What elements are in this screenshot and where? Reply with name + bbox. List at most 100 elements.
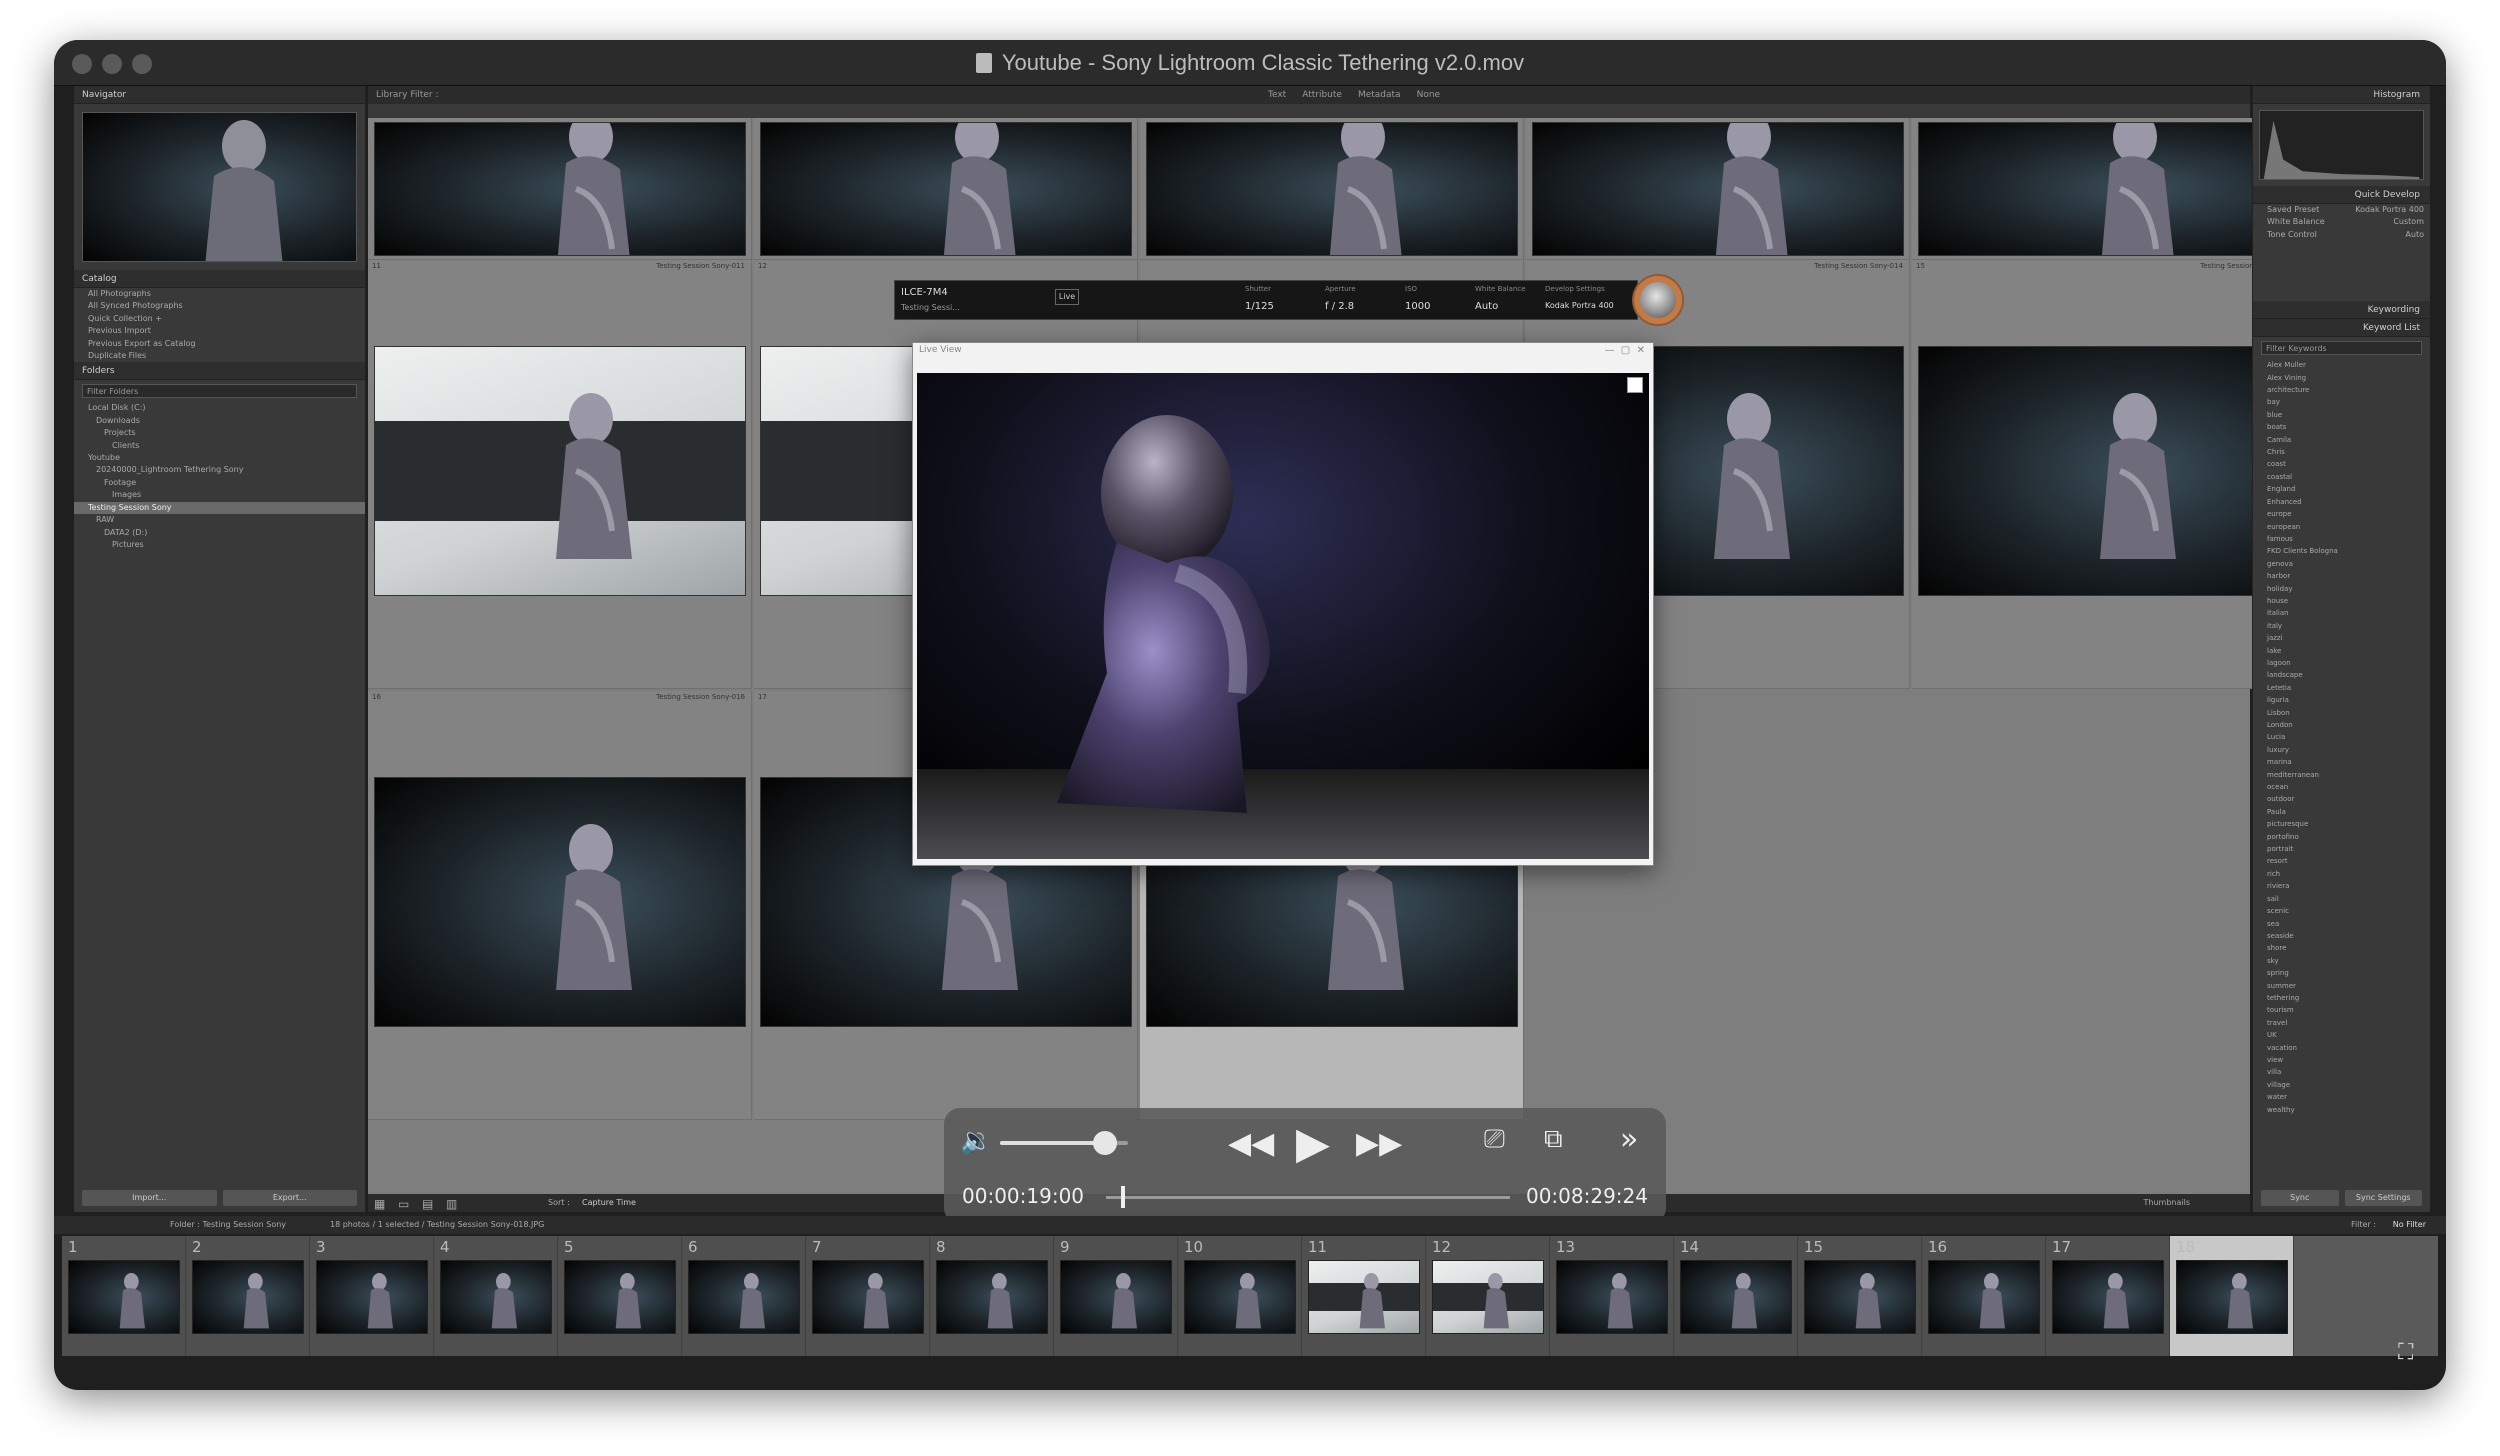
keyword-item[interactable]: Lucia	[2253, 731, 2430, 743]
keyword-item[interactable]: house	[2253, 595, 2430, 607]
filter-tab[interactable]: None	[1417, 90, 1440, 100]
keyword-item[interactable]: lake	[2253, 645, 2430, 657]
keyword-item[interactable]: Lisbon	[2253, 707, 2430, 719]
keyword-item[interactable]: water	[2253, 1091, 2430, 1103]
filmstrip-frame[interactable]: 15	[1798, 1236, 1922, 1356]
timeline-scrubber[interactable]	[1106, 1186, 1510, 1208]
folders-header[interactable]: Folders	[74, 362, 365, 381]
volume-icon[interactable]: 🔉	[960, 1126, 992, 1156]
popout-icon[interactable]	[1627, 377, 1643, 393]
keyword-item[interactable]: landscape	[2253, 669, 2430, 681]
sort-value[interactable]: Capture Time	[582, 1198, 636, 1207]
folder-item[interactable]: Clients	[74, 440, 365, 452]
grid-cell[interactable]: 16 Testing Session Sony-016	[368, 691, 752, 1120]
filter-folders-field[interactable]: Filter Folders	[82, 384, 357, 399]
filmstrip-frame[interactable]: 4	[434, 1236, 558, 1356]
keyword-item[interactable]: boats	[2253, 421, 2430, 433]
folder-item[interactable]: RAW	[74, 514, 365, 526]
keyword-item[interactable]: holiday	[2253, 583, 2430, 595]
filmstrip-frame[interactable]: 1	[62, 1236, 186, 1356]
filmstrip-frame[interactable]: 10	[1178, 1236, 1302, 1356]
keyword-item[interactable]: luxury	[2253, 744, 2430, 756]
capture-shutter-button[interactable]	[1634, 276, 1682, 324]
grid-cell[interactable]: 15 Testing Session Sony-015	[1912, 260, 2296, 689]
keyword-item[interactable]: ocean	[2253, 781, 2430, 793]
aperture-value[interactable]: f / 2.8	[1325, 301, 1354, 312]
camera-name[interactable]: ILCE-7M4	[901, 287, 948, 298]
sync-settings-button[interactable]: Sync Settings	[2344, 1190, 2422, 1206]
keyword-item[interactable]: blue	[2253, 409, 2430, 421]
rewind-icon[interactable]: ◀◀	[1228, 1126, 1274, 1161]
sync-button[interactable]: Sync	[2261, 1190, 2339, 1206]
filmstrip-folder-path[interactable]: Folder : Testing Session Sony	[170, 1216, 286, 1234]
keyword-item[interactable]: London	[2253, 719, 2430, 731]
keyword-item[interactable]: wealthy	[2253, 1104, 2430, 1116]
keyword-item[interactable]: europe	[2253, 508, 2430, 520]
catalog-item[interactable]: Previous Import	[74, 325, 365, 337]
filmstrip-frame[interactable]: 3	[310, 1236, 434, 1356]
folder-item[interactable]: Testing Session Sony	[74, 501, 365, 515]
grid-cell[interactable]	[1912, 118, 2296, 260]
keyword-item[interactable]: lagoon	[2253, 657, 2430, 669]
keyword-item[interactable]: spring	[2253, 967, 2430, 979]
catalog-item[interactable]: Previous Export as Catalog	[74, 338, 365, 350]
keyword-item[interactable]: coast	[2253, 458, 2430, 470]
navigator-header[interactable]: Navigator	[74, 86, 365, 104]
filmstrip-frame[interactable]: 13	[1550, 1236, 1674, 1356]
grid-cell[interactable]	[1526, 118, 1910, 260]
filmstrip-frame[interactable]: 16	[1922, 1236, 2046, 1356]
catalog-header[interactable]: Catalog	[74, 270, 365, 288]
keyword-item[interactable]: coastal	[2253, 471, 2430, 483]
keyword-item[interactable]: genova	[2253, 558, 2430, 570]
import-button[interactable]: Import...	[82, 1190, 217, 1206]
keyword-item[interactable]: marina	[2253, 756, 2430, 768]
filter-tab[interactable]: Metadata	[1358, 90, 1401, 100]
filter-keywords-field[interactable]: Filter Keywords	[2261, 341, 2422, 356]
filmstrip-frame[interactable]: 2	[186, 1236, 310, 1356]
keyword-item[interactable]: picturesque	[2253, 818, 2430, 830]
develop-settings-value[interactable]: Kodak Portra 400	[1545, 301, 1614, 310]
auto-tone-button[interactable]: Auto	[2405, 229, 2424, 241]
catalog-item[interactable]: All Synced Photographs	[74, 300, 365, 312]
keyword-item[interactable]: view	[2253, 1054, 2430, 1066]
keyword-item[interactable]: Letetia	[2253, 682, 2430, 694]
compare-view-icon[interactable]: ▤	[422, 1197, 433, 1211]
filmstrip-frame[interactable]: 9	[1054, 1236, 1178, 1356]
folder-item[interactable]: Pictures	[74, 539, 365, 551]
keyword-item[interactable]: tourism	[2253, 1004, 2430, 1016]
quick-develop-header[interactable]: Quick Develop	[2253, 186, 2430, 204]
keyword-item[interactable]: Alex Muller	[2253, 359, 2430, 371]
more-icon[interactable]: »	[1620, 1122, 1638, 1157]
filmstrip-frame[interactable]: 8	[930, 1236, 1054, 1356]
keyword-item[interactable]: portrait	[2253, 843, 2430, 855]
picture-in-picture-icon[interactable]: ⧉	[1544, 1124, 1563, 1155]
keyword-item[interactable]: shore	[2253, 942, 2430, 954]
keyword-item[interactable]: resort	[2253, 855, 2430, 867]
white-balance-value-rp[interactable]: Custom	[2393, 216, 2424, 228]
folder-item[interactable]: Images	[74, 489, 365, 501]
fullscreen-icon[interactable]: ⛶	[2398, 1340, 2413, 1365]
keyword-item[interactable]: jazzi	[2253, 632, 2430, 644]
keyword-item[interactable]: bay	[2253, 396, 2430, 408]
keyword-item[interactable]: liguria	[2253, 694, 2430, 706]
live-view-window[interactable]: Live View — ▢ ✕	[912, 342, 1654, 866]
folder-item[interactable]: Local Disk (C:)	[74, 402, 365, 414]
filter-tab[interactable]: Attribute	[1302, 90, 1342, 100]
filmstrip-frame[interactable]: 11	[1302, 1236, 1426, 1356]
iso-value[interactable]: 1000	[1405, 301, 1430, 312]
keyword-item[interactable]: italy	[2253, 620, 2430, 632]
filmstrip-frame[interactable]: 7	[806, 1236, 930, 1356]
keyword-item[interactable]: sea	[2253, 918, 2430, 930]
filmstrip-frame[interactable]: 12	[1426, 1236, 1550, 1356]
keyword-item[interactable]: scenic	[2253, 905, 2430, 917]
folder-item[interactable]: 20240000_Lightroom Tethering Sony	[74, 464, 365, 476]
keyword-item[interactable]: Alex Vining	[2253, 372, 2430, 384]
airplay-icon[interactable]: ⎚	[1484, 1124, 1505, 1155]
filmstrip-frame[interactable]: 17	[2046, 1236, 2170, 1356]
grid-view-icon[interactable]: ▦	[374, 1197, 385, 1211]
grid-cell[interactable]: 11 Testing Session Sony-011	[368, 260, 752, 689]
keyword-item[interactable]: Enhanced	[2253, 496, 2430, 508]
navigator-preview[interactable]	[82, 112, 357, 262]
white-balance-value[interactable]: Auto	[1475, 301, 1498, 312]
keyword-item[interactable]: travel	[2253, 1017, 2430, 1029]
